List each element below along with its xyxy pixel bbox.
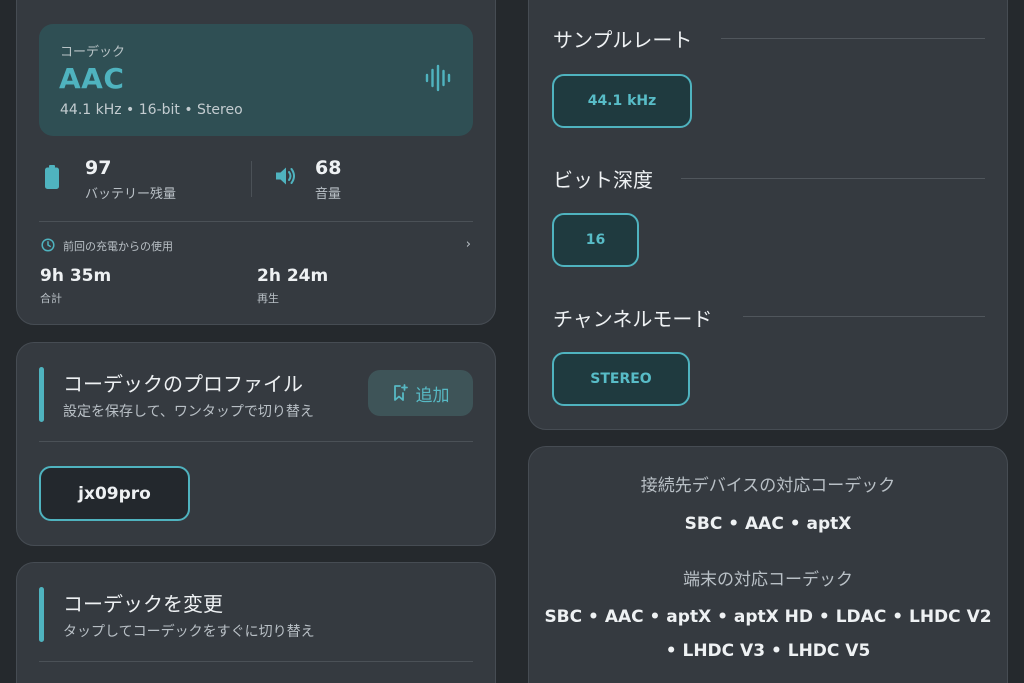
bit-depth-title: ビット深度 xyxy=(553,168,653,192)
volume-value: 68 xyxy=(315,157,342,179)
bookmark-add-icon xyxy=(393,384,408,401)
profiles-title: コーデックのプロファイル xyxy=(63,372,303,396)
status-divider xyxy=(39,221,473,222)
profiles-divider xyxy=(39,441,473,442)
usage-total: 9h 35m 合計 xyxy=(40,266,111,306)
change-codec-divider xyxy=(39,661,473,662)
change-codec-card[interactable]: コーデックを変更 タップしてコーデックをすぐに切り替え xyxy=(16,562,496,683)
codec-profiles-card: コーデックのプロファイル 設定を保存して、ワンタップで切り替え 追加 jx09p… xyxy=(16,342,496,546)
battery-value: 97 xyxy=(85,157,112,179)
change-codec-title: コーデックを変更 xyxy=(63,592,223,616)
usage-playback: 2h 24m 再生 xyxy=(257,266,328,306)
volume-icon xyxy=(276,167,295,185)
playback-time: 2h 24m xyxy=(257,266,329,286)
battery-label: バッテリー残量 xyxy=(85,187,177,202)
section-accent-bar xyxy=(39,367,44,422)
channel-mode-button[interactable]: STEREO xyxy=(552,352,690,406)
device-codecs-list: SBC • AAC • aptX • aptX HD • LDAC • LHDC… xyxy=(544,607,992,661)
add-profile-label: 追加 xyxy=(415,385,450,406)
sample-rate-rule xyxy=(721,38,985,39)
current-codec-panel: コーデック AAC 44.1 kHz • 16-bit • Stereo xyxy=(39,24,473,136)
codec-caption: コーデック xyxy=(60,45,126,60)
profile-chip-jx09pro[interactable]: jx09pro xyxy=(39,466,190,521)
stat-divider xyxy=(251,161,252,197)
chevron-right-icon: › xyxy=(465,237,471,252)
supported-codecs-card: 接続先デバイスの対応コーデック SBC • AAC • aptX 端末の対応コー… xyxy=(528,446,1008,683)
total-label: 合計 xyxy=(40,292,62,305)
volume-stat: 68 音量 xyxy=(275,157,475,207)
connected-codecs-title: 接続先デバイスの対応コーデック xyxy=(640,476,896,496)
codec-settings-card: サンプルレート 44.1 kHz ビット深度 16 チャンネルモード STERE… xyxy=(528,0,1008,430)
codec-status-card: コーデック AAC 44.1 kHz • 16-bit • Stereo 97 … xyxy=(16,0,496,325)
sample-rate-button[interactable]: 44.1 kHz xyxy=(552,74,692,128)
volume-label: 音量 xyxy=(315,187,342,202)
channel-mode-title: チャンネルモード xyxy=(553,307,713,331)
usage-header-row[interactable]: 前回の充電からの使用 › xyxy=(41,237,471,255)
codec-name: AAC xyxy=(59,62,125,95)
sample-rate-title: サンプルレート xyxy=(553,28,693,52)
connected-codecs-list: SBC • AAC • aptX xyxy=(684,514,852,534)
total-time: 9h 35m xyxy=(40,266,112,286)
battery-icon xyxy=(45,165,59,189)
change-codec-subtitle: タップしてコーデックをすぐに切り替え xyxy=(63,624,315,640)
channel-mode-rule xyxy=(743,316,985,317)
usage-header-text: 前回の充電からの使用 xyxy=(63,240,173,253)
clock-icon xyxy=(41,238,55,252)
audio-wave-icon xyxy=(425,64,451,92)
playback-label: 再生 xyxy=(257,292,279,305)
add-profile-button[interactable]: 追加 xyxy=(368,370,473,416)
profiles-subtitle: 設定を保存して、ワンタップで切り替え xyxy=(63,404,314,420)
bit-depth-button[interactable]: 16 xyxy=(552,213,639,267)
bit-depth-rule xyxy=(681,178,985,179)
battery-stat: 97 バッテリー残量 xyxy=(45,157,245,207)
device-codecs-title: 端末の対応コーデック xyxy=(683,570,853,590)
section-accent-bar xyxy=(39,587,44,642)
codec-details: 44.1 kHz • 16-bit • Stereo xyxy=(60,102,243,118)
